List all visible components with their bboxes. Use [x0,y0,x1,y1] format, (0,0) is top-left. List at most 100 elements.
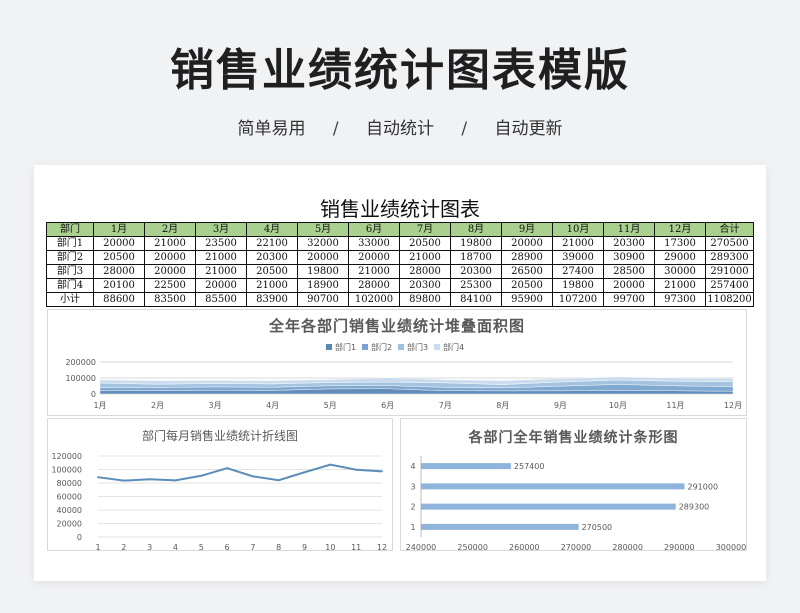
x-tick-label: 11 [351,543,361,552]
table-cell: 257400 [705,278,754,293]
x-tick-label: 10 [325,543,335,552]
x-tick-label: 250000 [457,543,488,552]
data-point [252,475,254,478]
table-cell: 18700 [450,250,502,265]
bar [421,523,579,530]
column-header: 部门 [46,222,94,237]
table-cell: 20500 [93,250,145,265]
table-cell: 20100 [93,278,145,293]
table-row: 部门1 20000 21000 23500 22100 32000 33000 20500 19… [46,236,754,251]
table-cell: 29000 [654,250,706,265]
data-point [97,476,99,479]
table-cell: 95900 [501,292,553,307]
data-point [148,478,151,481]
table-cell: 19800 [552,278,604,293]
table-cell: 21000 [348,264,400,279]
page-title: 销售业绩统计图表模版 [170,45,630,96]
table-cell: 21000 [144,236,196,251]
table-cell: 19800 [297,264,349,279]
legend-swatch [362,344,368,350]
table-cell: 20500 [399,236,451,251]
table-cell: 20300 [603,236,655,251]
feature-item: 自动统计 [366,119,434,139]
table-header-row: 部门 1月 2月 3月 4月 5月 6月 7月 8月 9月 10月 11月 12月 合计 [46,222,754,237]
table-cell: 99700 [603,292,655,307]
table-cell: 21000 [399,250,451,265]
table-cell: 30000 [654,264,706,279]
line-series [97,463,383,482]
y-tick-label: 60000 [57,493,82,502]
table-cell: 28900 [501,250,553,265]
table-cell: 39000 [552,250,604,265]
legend-label: 部门4 [443,342,464,352]
data-point [303,471,306,474]
table-cell: 17300 [654,236,706,251]
column-header: 12月 [654,222,706,237]
x-tick-label: 260000 [509,543,540,552]
data-point [355,468,358,471]
table-cell: 30900 [603,250,655,265]
table-cell: 21000 [195,250,247,265]
x-tick-label: 3月 [209,401,222,410]
legend-label: 部门1 [335,342,356,352]
x-tick-label: 240000 [406,543,437,552]
x-tick-label: 4 [173,543,178,552]
table-cell: 20000 [93,236,145,251]
data-point [329,463,332,466]
table-cell: 83500 [144,292,196,307]
table-cell: 20000 [297,250,349,265]
table-cell: 27400 [552,264,604,279]
column-header: 11月 [603,222,655,237]
bar-chart-plot: 1 270500 2 289300 3 291000 4 257400 240000 250000… [406,456,746,552]
table-cell: 291000 [705,264,754,279]
table-cell: 22100 [246,236,298,251]
x-tick-label: 8月 [496,401,509,410]
x-tick-label: 6月 [381,401,394,410]
table-cell: 21000 [654,278,706,293]
table-cell: 32000 [297,236,349,251]
data-point [122,479,125,482]
table-row: 部门2 20500 20000 21000 20300 20000 20000 21000 18… [46,250,754,265]
x-tick-label: 1 [95,543,100,552]
data-point [381,470,383,473]
x-tick-label: 7月 [439,401,452,410]
column-header: 1月 [93,222,145,237]
legend-label: 部门2 [371,342,392,352]
table-cell: 部门3 [46,264,94,279]
column-header: 9月 [501,222,553,237]
sales-table: 部门 1月 2月 3月 4月 5月 6月 7月 8月 9月 10月 11月 12月 合计 部门1 20000… [46,222,754,307]
table-cell: 20500 [501,278,553,293]
x-tick-label: 11月 [666,401,684,410]
data-point [200,474,203,477]
table-cell: 20000 [501,236,553,251]
table-cell: 20000 [144,250,196,265]
stacked-area-chart: 全年各部门销售业绩统计堆叠面积图 部门1 部门2 部门3 部门4 0 100000 2000… [47,309,747,416]
table-cell: 20000 [348,250,400,265]
table-cell: 25300 [450,278,502,293]
data-label: 289300 [679,503,710,512]
x-tick-label: 8 [276,543,281,552]
data-point [174,479,177,482]
table-cell: 18900 [297,278,349,293]
table-cell: 22500 [144,278,196,293]
spreadsheet-preview: 销售业绩统计图表 部门 1月 2月 3月 4月 5月 6月 7月 8月 9月 10月 11月 12月 合计… [34,165,766,581]
bar [421,503,676,510]
feature-item: 自动更新 [494,119,563,139]
x-tick-label: 9月 [554,401,567,410]
table-row: 小计 88600 83500 85500 83900 90700 102000 89800 84… [46,292,754,307]
data-label: 257400 [514,462,545,471]
table-cell: 90700 [297,292,349,307]
y-tick-label: 0 [77,533,82,542]
data-point [277,479,280,482]
y-tick-label: 0 [91,390,96,399]
legend-swatch [434,344,440,350]
area-chart-plot: 部门1 部门2 部门3 部门4 0 100000 200000 1月 2月 3月 4月 5月 6月 7月 8… [65,342,742,410]
table-cell: 28000 [399,264,451,279]
table-cell: 23500 [195,236,247,251]
feature-separator: / [461,119,468,139]
table-cell: 88600 [93,292,145,307]
column-header: 7月 [399,222,451,237]
bar [421,483,685,490]
x-tick-label: 6 [225,543,230,552]
y-tick-label: 80000 [57,479,82,488]
